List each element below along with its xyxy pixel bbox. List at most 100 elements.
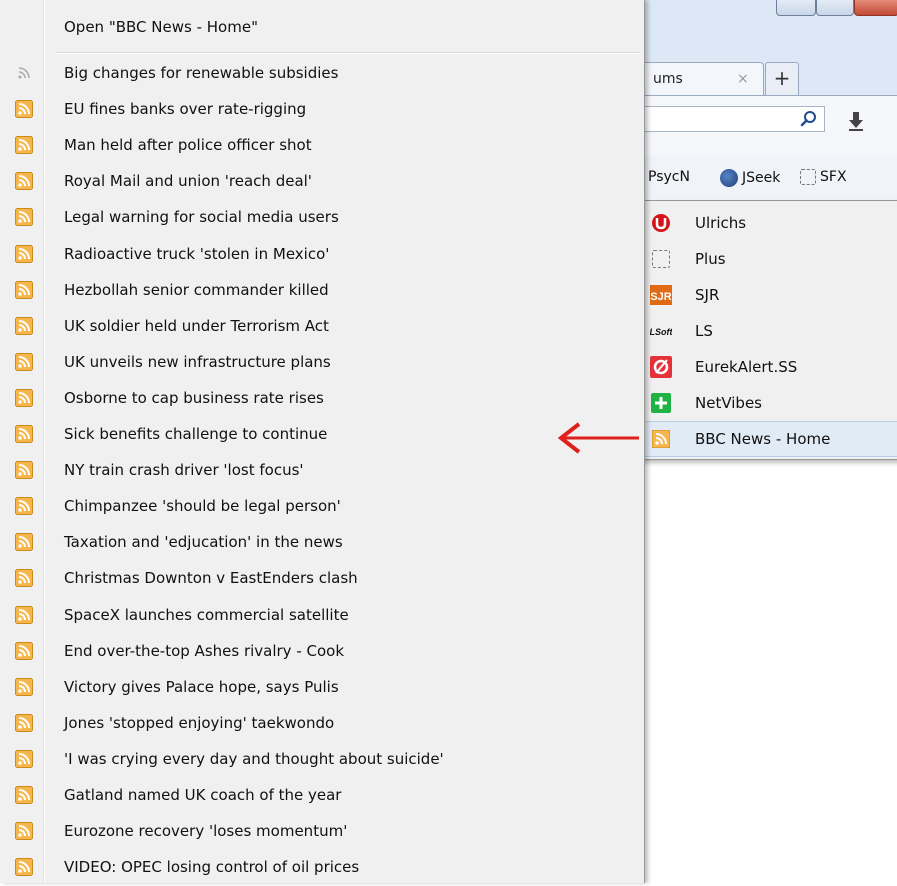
feed-menu-item[interactable]: Big changes for renewable subsidies xyxy=(0,56,644,92)
bookmark-label: PsycN xyxy=(648,169,690,185)
submenu-item-netvibes[interactable]: NetVibes xyxy=(640,385,897,421)
feed-menu-item[interactable]: UK soldier held under Terrorism Act xyxy=(0,309,644,345)
bookmark-jseek[interactable]: JSeek xyxy=(720,169,780,187)
feed-item-label: Osborne to cap business rate rises xyxy=(64,388,324,407)
submenu-item-plus[interactable]: Plus xyxy=(640,241,897,277)
maximize-button[interactable] xyxy=(816,0,854,16)
feed-item-label: UK unveils new infrastructure plans xyxy=(64,352,331,371)
feed-item-label: EU fines banks over rate-rigging xyxy=(64,100,307,119)
feed-menu-item[interactable]: SpaceX launches commercial satellite xyxy=(0,598,644,634)
feed-item-label: NY train crash driver 'lost focus' xyxy=(64,461,304,480)
feed-menu-item[interactable]: 'I was crying every day and thought abou… xyxy=(0,742,644,778)
submenu-item-label: EurekAlert.SS xyxy=(695,358,798,376)
bookmark-label: SFX xyxy=(820,169,847,185)
search-icon[interactable] xyxy=(800,110,818,128)
feed-menu-item[interactable]: Jones 'stopped enjoying' taekwondo xyxy=(0,706,644,742)
feed-menu-item[interactable]: Gatland named UK coach of the year xyxy=(0,778,644,814)
rss-icon xyxy=(15,749,33,768)
submenu-item-bbc-news-home[interactable]: BBC News - Home xyxy=(640,421,897,457)
rss-icon-faded xyxy=(15,64,33,82)
submenu-item-label: LS xyxy=(695,322,713,340)
bookmark-psycn[interactable]: PsycN xyxy=(648,169,690,185)
minimize-button[interactable] xyxy=(776,0,816,16)
feed-menu-item[interactable]: Christmas Downton v EastEnders clash xyxy=(0,561,644,597)
feed-menu-item[interactable]: Chimpanzee 'should be legal person' xyxy=(0,489,644,525)
feed-menu-item[interactable]: Royal Mail and union 'reach deal' xyxy=(0,164,644,200)
feed-menu-item[interactable]: VIDEO: OPEC losing control of oil prices xyxy=(0,850,644,886)
feed-item-label: Big changes for renewable subsidies xyxy=(64,64,339,82)
open-feed-label: Open "BBC News - Home" xyxy=(64,18,258,36)
submenu-item-label: NetVibes xyxy=(695,394,762,412)
feed-menu-item[interactable]: Victory gives Palace hope, says Pulis xyxy=(0,670,644,706)
navigation-toolbar xyxy=(640,95,897,156)
feed-item-label: Royal Mail and union 'reach deal' xyxy=(64,172,312,191)
bookmark-label: JSeek xyxy=(742,170,781,186)
rss-icon xyxy=(15,533,33,552)
submenu-item-label: SJR xyxy=(695,286,720,304)
rss-icon xyxy=(15,208,33,227)
feed-menu-item[interactable]: Sick benefits challenge to continue xyxy=(0,417,644,453)
feed-menu-item[interactable]: EU fines banks over rate-rigging xyxy=(0,92,644,128)
feed-menu-item[interactable]: Man held after police officer shot xyxy=(0,128,644,164)
rss-icon xyxy=(15,822,33,841)
lsoft-icon-text: LSoft xyxy=(650,327,672,337)
rss-icon xyxy=(15,786,33,804)
feed-item-label: 'I was crying every day and thought abou… xyxy=(64,749,444,768)
feed-item-label: Sick benefits challenge to continue xyxy=(64,425,328,443)
feed-menu-item[interactable]: Osborne to cap business rate rises xyxy=(0,381,644,417)
rss-icon xyxy=(15,172,33,191)
rss-icon xyxy=(15,605,33,624)
feed-item-label: End over-the-top Ashes rivalry - Cook xyxy=(64,641,345,660)
rss-icon xyxy=(15,244,33,263)
dashed-box-icon xyxy=(650,248,672,270)
submenu-item-ls[interactable]: LSoft LS xyxy=(640,313,897,349)
tab-label: ums xyxy=(653,71,683,87)
submenu-item-label: BBC News - Home xyxy=(695,430,831,448)
open-feed-menu-item[interactable]: Open "BBC News - Home" xyxy=(0,12,644,40)
feed-item-label: Gatland named UK coach of the year xyxy=(64,786,342,804)
sjr-icon: SJR xyxy=(650,284,672,306)
feed-menu-item[interactable]: Hezbollah senior commander killed xyxy=(0,273,644,309)
feed-menu-item[interactable]: Radioactive truck 'stolen in Mexico' xyxy=(0,237,644,273)
window-controls xyxy=(770,0,897,16)
rss-icon xyxy=(15,858,33,877)
live-bookmark-menu: Open "BBC News - Home" Big changes for r… xyxy=(0,0,645,883)
bookmark-sfx[interactable]: SFX xyxy=(800,169,847,185)
feed-item-label: VIDEO: OPEC losing control of oil prices xyxy=(64,858,360,877)
close-window-button[interactable] xyxy=(854,0,897,16)
submenu-item-sjr[interactable]: SJR SJR xyxy=(640,277,897,313)
submenu-item-ulrichs[interactable]: Ulrichs xyxy=(640,205,897,241)
sjr-icon-text: SJR xyxy=(650,291,671,303)
rss-icon xyxy=(15,569,33,588)
feed-item-label: Jones 'stopped enjoying' taekwondo xyxy=(64,713,335,732)
feed-item-label: Chimpanzee 'should be legal person' xyxy=(64,497,341,516)
tab-close-icon[interactable]: × xyxy=(737,71,749,87)
feed-item-label: Eurozone recovery 'loses momentum' xyxy=(64,822,348,841)
rss-icon xyxy=(15,425,33,443)
new-tab-button[interactable]: + xyxy=(765,62,799,96)
bookmarks-submenu: Ulrichs Plus SJR SJR LSoft LS EurekAlert… xyxy=(640,200,897,460)
rss-icon xyxy=(15,280,33,299)
feed-item-label: Taxation and 'edjucation' in the news xyxy=(64,533,343,552)
menu-separator xyxy=(56,52,640,54)
feed-menu-item[interactable]: End over-the-top Ashes rivalry - Cook xyxy=(0,634,644,670)
bookmarks-toolbar: PsycN JSeek SFX xyxy=(640,155,897,201)
feed-menu-item[interactable]: Eurozone recovery 'loses momentum' xyxy=(0,814,644,850)
feed-item-label: Radioactive truck 'stolen in Mexico' xyxy=(64,244,330,263)
feed-menu-item[interactable]: Taxation and 'edjucation' in the news xyxy=(0,525,644,561)
netvibes-icon xyxy=(650,392,672,414)
browser-tab[interactable]: ums × xyxy=(640,62,764,96)
feed-menu-item[interactable]: Legal warning for social media users xyxy=(0,200,644,236)
lsoft-icon: LSoft xyxy=(650,320,672,342)
submenu-item-eurekalert[interactable]: EurekAlert.SS xyxy=(640,349,897,385)
rss-icon xyxy=(15,352,33,371)
feed-menu-item[interactable]: NY train crash driver 'lost focus' xyxy=(0,453,644,489)
feed-item-label: Hezbollah senior commander killed xyxy=(64,280,329,299)
feed-menu-item[interactable]: UK unveils new infrastructure plans xyxy=(0,345,644,381)
eurekalert-icon xyxy=(650,356,672,378)
download-icon[interactable] xyxy=(845,110,867,132)
feed-item-label: Christmas Downton v EastEnders clash xyxy=(64,569,358,588)
search-input[interactable] xyxy=(640,106,825,132)
feed-item-label: Victory gives Palace hope, says Pulis xyxy=(64,677,339,696)
rss-icon xyxy=(15,497,33,516)
